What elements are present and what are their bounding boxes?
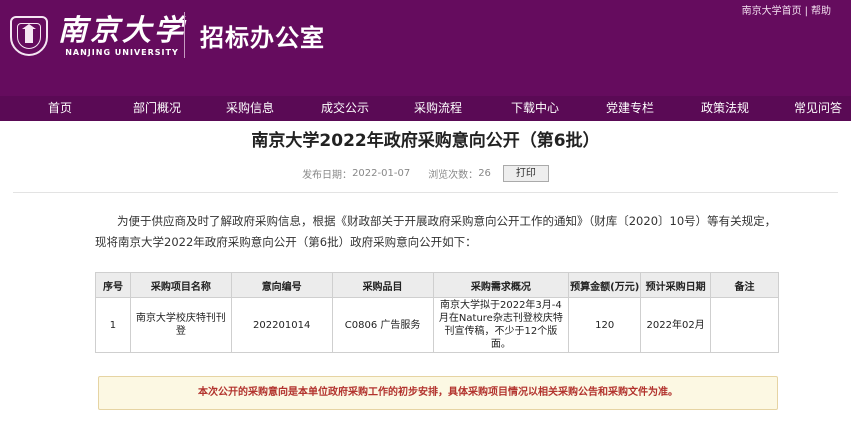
intro-paragraph: 为便于供应商及时了解政府采购信息，根据《财政部关于开展政府采购意向公开工作的通知… bbox=[95, 214, 777, 249]
university-name-en: NANJING UNIVERSITY bbox=[65, 48, 179, 57]
cell-requirement: 南京大学拟于2022年3月-4月在Nature杂志刊登校庆特刊宣传稿，不少于12… bbox=[432, 297, 570, 353]
top-link-separator: | bbox=[804, 6, 808, 17]
cell-remark bbox=[710, 297, 779, 353]
header-divider bbox=[184, 12, 185, 58]
cell-category: C0806 广告服务 bbox=[331, 297, 434, 353]
publish-date-label: 发布日期： bbox=[302, 170, 353, 181]
cell-index: 1 bbox=[95, 297, 131, 353]
home-link[interactable]: 南京大学首页 bbox=[742, 2, 802, 17]
col-index: 序号 bbox=[95, 272, 131, 298]
university-name: 南京大学 NANJING UNIVERSITY bbox=[58, 13, 186, 59]
col-project-name: 采购项目名称 bbox=[129, 272, 232, 298]
article-meta: 发布日期： 2022-01-07 浏览次数： 26 打印 bbox=[0, 165, 851, 182]
table-header-row: 序号 采购项目名称 意向编号 采购品目 采购需求概况 预算金额(万元) 预计采购… bbox=[95, 272, 779, 298]
col-intent-number: 意向编号 bbox=[230, 272, 333, 298]
nav-item-party[interactable]: 党建专栏 bbox=[606, 96, 654, 121]
col-date: 预计采购日期 bbox=[640, 272, 712, 298]
col-category: 采购品目 bbox=[331, 272, 434, 298]
procurement-table: 序号 采购项目名称 意向编号 采购品目 采购需求概况 预算金额(万元) 预计采购… bbox=[95, 272, 779, 353]
table-row: 1 南京大学校庆特刊刊登 202201014 C0806 广告服务 南京大学拟于… bbox=[95, 297, 779, 353]
page-title: 南京大学2022年政府采购意向公开（第6批） bbox=[251, 131, 600, 151]
notice-banner: 本次公开的采购意向是本单位政府采购工作的初步安排，具体采购项目情况以相关采购公告… bbox=[98, 376, 778, 410]
views-count: 26 bbox=[478, 168, 491, 179]
top-links: 南京大学首页 | 帮助 bbox=[742, 2, 831, 17]
cell-project-name: 南京大学校庆特刊刊登 bbox=[129, 297, 232, 353]
nav-item-procurement-info[interactable]: 采购信息 bbox=[226, 96, 274, 121]
help-link[interactable]: 帮助 bbox=[811, 2, 831, 17]
views-label: 浏览次数： bbox=[428, 170, 479, 181]
cell-date: 2022年02月 bbox=[640, 297, 712, 353]
nav-item-home[interactable]: 首页 bbox=[48, 96, 72, 121]
nav-item-deal-notice[interactable]: 成交公示 bbox=[321, 96, 369, 121]
nav-item-faq[interactable]: 常见问答 bbox=[794, 96, 842, 121]
nav-item-policy[interactable]: 政策法规 bbox=[701, 96, 749, 121]
col-requirement: 采购需求概况 bbox=[432, 272, 570, 298]
publish-date: 2022-01-07 bbox=[352, 168, 411, 179]
university-name-cn: 南京大学 bbox=[58, 13, 187, 47]
main-nav: 首页 部门概况 采购信息 成交公示 采购流程 下载中心 党建专栏 政策法规 常见… bbox=[0, 96, 851, 121]
col-budget: 预算金额(万元) bbox=[568, 272, 642, 298]
university-logo[interactable]: 南京大学 NANJING UNIVERSITY bbox=[10, 10, 186, 62]
divider bbox=[13, 192, 838, 193]
university-seal-icon bbox=[10, 16, 48, 56]
office-name: 招标办公室 bbox=[200, 24, 325, 52]
cell-budget: 120 bbox=[568, 297, 642, 353]
site-header: 南京大学首页 | 帮助 南京大学 NANJING UNIVERSITY 招标办公室 bbox=[0, 0, 851, 96]
cell-intent-number: 202201014 bbox=[230, 297, 333, 353]
print-button[interactable]: 打印 bbox=[502, 165, 549, 182]
nav-item-process[interactable]: 采购流程 bbox=[414, 96, 462, 121]
nav-item-download[interactable]: 下载中心 bbox=[511, 96, 559, 121]
col-remark: 备注 bbox=[710, 272, 779, 298]
nav-item-department[interactable]: 部门概况 bbox=[133, 96, 181, 121]
